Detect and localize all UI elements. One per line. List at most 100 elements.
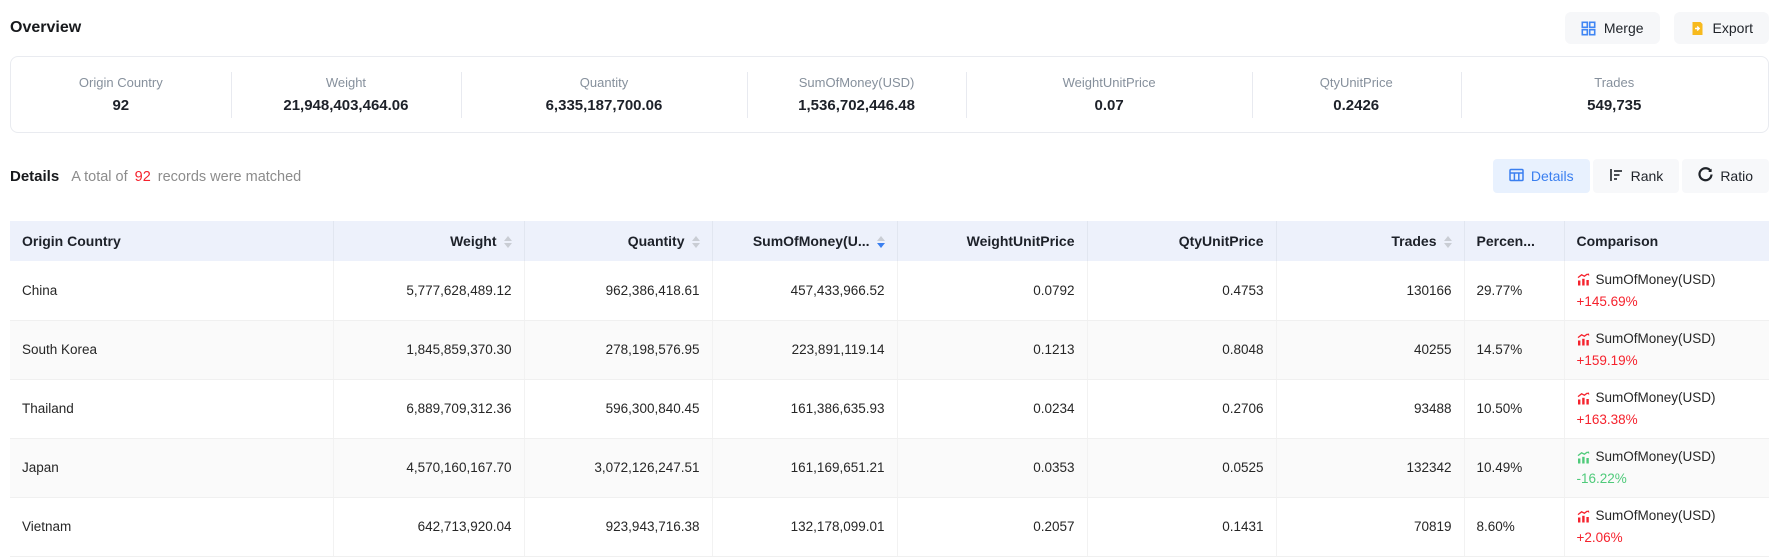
top-bar: Overview Merge bbox=[10, 12, 1769, 44]
tab-label: Details bbox=[1531, 168, 1574, 184]
stat-label: SumOfMoney(USD) bbox=[799, 75, 915, 90]
cell-quantity: 3,072,126,247.51 bbox=[524, 438, 712, 497]
cell-qty-unit-price: 0.2706 bbox=[1087, 379, 1276, 438]
mini-chart-icon bbox=[1577, 510, 1590, 523]
tab-label: Rank bbox=[1631, 168, 1664, 184]
rank-icon bbox=[1609, 168, 1624, 185]
stat-value: 6,335,187,700.06 bbox=[546, 97, 663, 114]
tab-label: Ratio bbox=[1720, 168, 1753, 184]
stat-value: 92 bbox=[112, 97, 129, 114]
comparison-label: SumOfMoney(USD) bbox=[1596, 270, 1716, 290]
cell-qty-unit-price: 0.1431 bbox=[1087, 497, 1276, 556]
export-button-label: Export bbox=[1713, 20, 1753, 36]
cell-sum-of-money: 457,433,966.52 bbox=[712, 261, 897, 320]
mini-chart-icon bbox=[1577, 451, 1590, 464]
comparison-metric: SumOfMoney(USD) bbox=[1577, 388, 1758, 408]
stat-value: 0.07 bbox=[1095, 97, 1124, 114]
stat-label: Quantity bbox=[580, 75, 628, 90]
view-switch: Details Rank Ratio bbox=[1493, 159, 1769, 193]
column-header-quantity[interactable]: Quantity bbox=[524, 221, 712, 261]
details-subtitle: A total of92records were matched bbox=[71, 169, 301, 185]
column-label: WeightUnitPrice bbox=[967, 233, 1075, 249]
cell-origin-country: Vietnam bbox=[10, 497, 333, 556]
column-header-weightunitprice: WeightUnitPrice bbox=[897, 221, 1087, 261]
cell-sum-of-money: 161,386,635.93 bbox=[712, 379, 897, 438]
comparison-metric: SumOfMoney(USD) bbox=[1577, 447, 1758, 467]
merge-icon bbox=[1581, 21, 1596, 36]
column-header-origin-country: Origin Country bbox=[10, 221, 333, 261]
cell-comparison: SumOfMoney(USD) +159.19% bbox=[1564, 320, 1769, 379]
column-label: Quantity bbox=[628, 233, 685, 249]
tab-ratio[interactable]: Ratio bbox=[1682, 159, 1769, 193]
column-header-trades[interactable]: Trades bbox=[1276, 221, 1464, 261]
cell-origin-country: China bbox=[10, 261, 333, 320]
table-row: South Korea1,845,859,370.30278,198,576.9… bbox=[10, 320, 1769, 379]
cell-origin-country: Japan bbox=[10, 438, 333, 497]
overview-page: Overview Merge bbox=[0, 0, 1779, 559]
tab-details[interactable]: Details bbox=[1493, 159, 1590, 193]
cell-percentage: 14.57% bbox=[1464, 320, 1564, 379]
cell-comparison: SumOfMoney(USD) +2.06% bbox=[1564, 497, 1769, 556]
comparison-change: +163.38% bbox=[1577, 411, 1758, 429]
table-icon bbox=[1509, 168, 1524, 185]
cell-origin-country: Thailand bbox=[10, 379, 333, 438]
cell-percentage: 8.60% bbox=[1464, 497, 1564, 556]
merge-button-label: Merge bbox=[1604, 20, 1644, 36]
comparison-change: +159.19% bbox=[1577, 352, 1758, 370]
stat-sumofmoney-usd: SumOfMoney(USD) 1,536,702,446.48 bbox=[747, 57, 967, 132]
comparison-metric: SumOfMoney(USD) bbox=[1577, 329, 1758, 349]
column-label: QtyUnitPrice bbox=[1179, 233, 1264, 249]
cell-weight-unit-price: 0.1213 bbox=[897, 320, 1087, 379]
cell-quantity: 278,198,576.95 bbox=[524, 320, 712, 379]
column-label: SumOfMoney(U... bbox=[753, 233, 870, 249]
stat-label: QtyUnitPrice bbox=[1320, 75, 1393, 90]
details-title: Details bbox=[10, 168, 59, 185]
export-icon bbox=[1690, 21, 1705, 36]
stat-label: WeightUnitPrice bbox=[1063, 75, 1156, 90]
cell-comparison: SumOfMoney(USD) +163.38% bbox=[1564, 379, 1769, 438]
column-label: Weight bbox=[450, 233, 496, 249]
record-count: 92 bbox=[135, 169, 151, 185]
stat-quantity: Quantity 6,335,187,700.06 bbox=[461, 57, 747, 132]
table-row: Vietnam642,713,920.04923,943,716.38132,1… bbox=[10, 497, 1769, 556]
sort-carets bbox=[1444, 236, 1452, 248]
page-title: Overview bbox=[10, 19, 81, 37]
export-button[interactable]: Export bbox=[1674, 12, 1769, 44]
details-table-wrap: Origin Country Weight Quantity SumOfMone… bbox=[10, 221, 1769, 557]
details-heading: Details A total of92records were matched bbox=[10, 168, 301, 185]
merge-button[interactable]: Merge bbox=[1565, 12, 1660, 44]
cell-weight-unit-price: 0.0234 bbox=[897, 379, 1087, 438]
cell-percentage: 10.50% bbox=[1464, 379, 1564, 438]
stat-weightunitprice: WeightUnitPrice 0.07 bbox=[966, 57, 1252, 132]
top-actions: Merge Export bbox=[1565, 12, 1769, 44]
cell-qty-unit-price: 0.0525 bbox=[1087, 438, 1276, 497]
comparison-change: +145.69% bbox=[1577, 293, 1758, 311]
mini-chart-icon bbox=[1577, 392, 1590, 405]
cell-weight-unit-price: 0.2057 bbox=[897, 497, 1087, 556]
table-row: China5,777,628,489.12962,386,418.61457,4… bbox=[10, 261, 1769, 320]
comparison-label: SumOfMoney(USD) bbox=[1596, 447, 1716, 467]
cell-origin-country: South Korea bbox=[10, 320, 333, 379]
column-header-weight[interactable]: Weight bbox=[333, 221, 524, 261]
column-header-percen: Percen... bbox=[1464, 221, 1564, 261]
details-table: Origin Country Weight Quantity SumOfMone… bbox=[10, 221, 1769, 557]
comparison-label: SumOfMoney(USD) bbox=[1596, 329, 1716, 349]
cell-trades: 70819 bbox=[1276, 497, 1464, 556]
stat-label: Trades bbox=[1594, 75, 1634, 90]
cell-sum-of-money: 223,891,119.14 bbox=[712, 320, 897, 379]
cell-percentage: 10.49% bbox=[1464, 438, 1564, 497]
ratio-icon bbox=[1698, 167, 1713, 185]
table-row: Japan4,570,160,167.703,072,126,247.51161… bbox=[10, 438, 1769, 497]
tab-rank[interactable]: Rank bbox=[1593, 159, 1680, 193]
cell-weight: 5,777,628,489.12 bbox=[333, 261, 524, 320]
comparison-change: +2.06% bbox=[1577, 529, 1758, 547]
stat-qtyunitprice: QtyUnitPrice 0.2426 bbox=[1252, 57, 1461, 132]
table-header-row: Origin Country Weight Quantity SumOfMone… bbox=[10, 221, 1769, 261]
details-bar: Details A total of92records were matched… bbox=[10, 159, 1769, 193]
cell-percentage: 29.77% bbox=[1464, 261, 1564, 320]
stat-value: 0.2426 bbox=[1333, 97, 1379, 114]
cell-weight-unit-price: 0.0353 bbox=[897, 438, 1087, 497]
column-header-sumofmoney-u[interactable]: SumOfMoney(U... bbox=[712, 221, 897, 261]
cell-quantity: 923,943,716.38 bbox=[524, 497, 712, 556]
overview-stats-card: Origin Country 92 Weight 21,948,403,464.… bbox=[10, 56, 1769, 133]
